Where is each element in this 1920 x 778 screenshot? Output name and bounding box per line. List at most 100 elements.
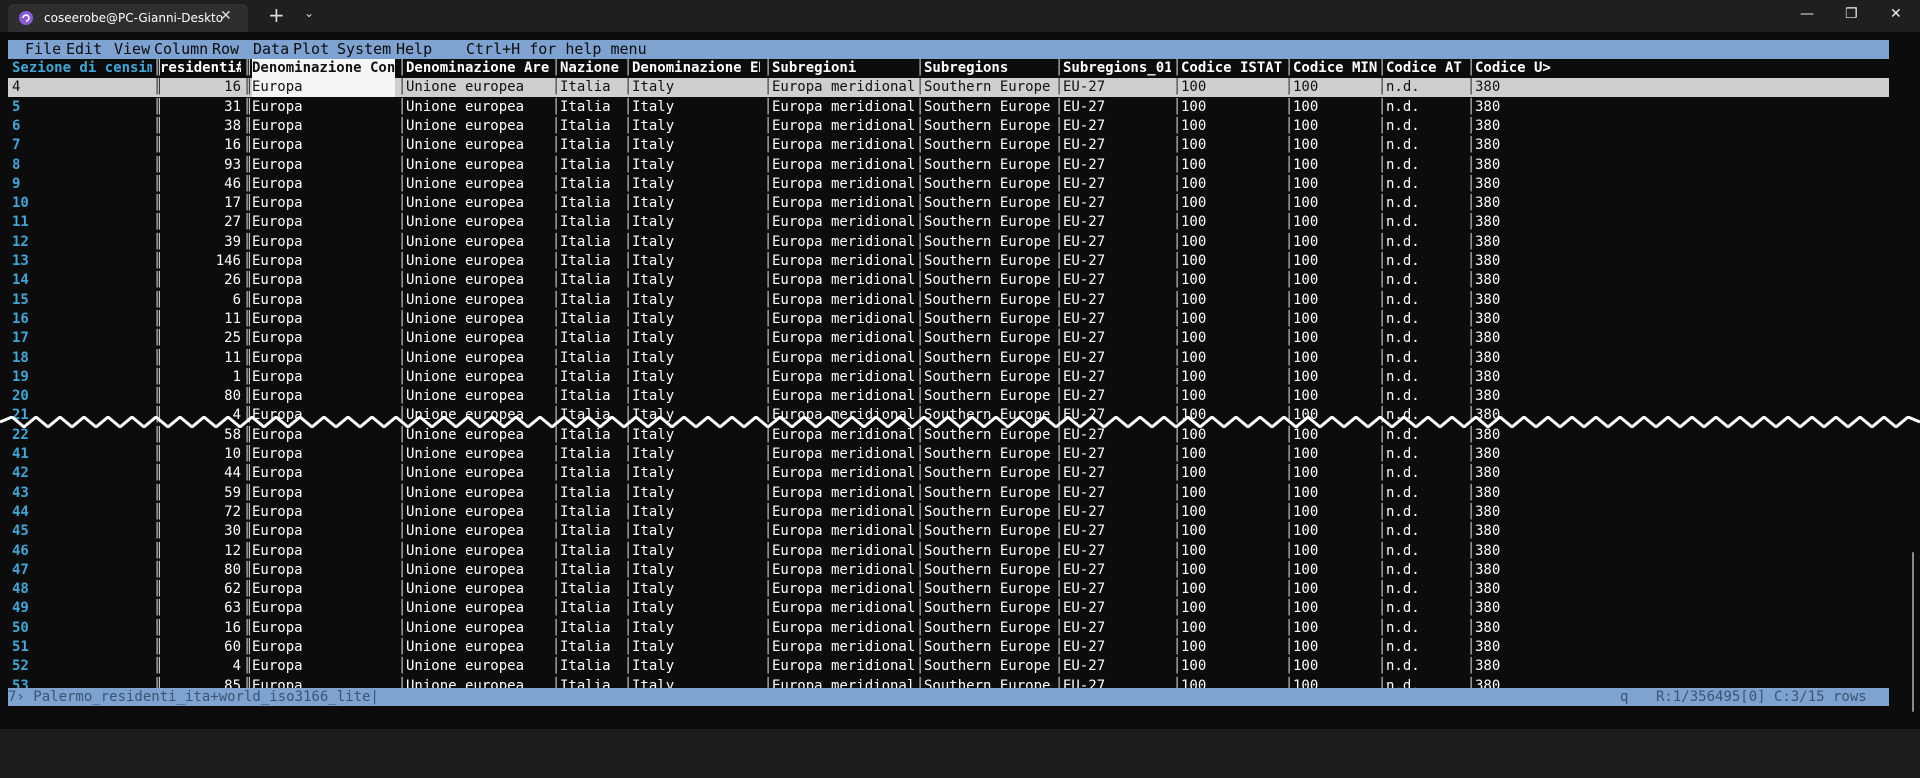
- cell-subregions-01[interactable]: EU-27: [1063, 271, 1171, 290]
- cell-area[interactable]: Unione europea: [406, 657, 549, 676]
- cell-sezione[interactable]: 18: [12, 349, 152, 368]
- cell-istat[interactable]: 100: [1181, 599, 1284, 618]
- cell-subregions-01[interactable]: EU-27: [1063, 117, 1171, 136]
- cell-area[interactable]: Unione europea: [406, 252, 549, 271]
- table-row[interactable]: 18 11 Europa Unione europea Italia Italy Europ…: [8, 349, 1889, 368]
- cell-istat[interactable]: 100: [1181, 175, 1284, 194]
- cell-min[interactable]: 100: [1293, 194, 1378, 213]
- cell-continent[interactable]: Europa: [252, 638, 395, 657]
- cell-subregions-01[interactable]: EU-27: [1063, 580, 1171, 599]
- cell-denom-en[interactable]: Italy: [632, 387, 760, 406]
- cell-area[interactable]: Unione europea: [406, 136, 549, 155]
- cell-nazione[interactable]: Italia: [560, 78, 622, 97]
- column-header[interactable]: Codice U>: [1475, 59, 1889, 78]
- cell-continent[interactable]: Europa: [252, 657, 395, 676]
- cell-area[interactable]: Unione europea: [406, 78, 549, 97]
- cell-continent[interactable]: Europa: [252, 619, 395, 638]
- cell-min[interactable]: 100: [1293, 136, 1378, 155]
- table-row[interactable]: 52 4 Europa Unione europea Italia Italy Europa…: [8, 657, 1889, 676]
- cell-nazione[interactable]: Italia: [560, 426, 622, 445]
- cell-subregions[interactable]: Southern Europe: [924, 252, 1054, 271]
- cell-sezione[interactable]: 43: [12, 484, 152, 503]
- cell-at[interactable]: n.d.: [1386, 484, 1465, 503]
- cell-subregioni[interactable]: Europa meridionale: [772, 638, 914, 657]
- cell-denom-en[interactable]: Italy: [632, 213, 760, 232]
- cell-min[interactable]: 100: [1293, 156, 1378, 175]
- column-header[interactable]: Subregions: [924, 59, 1054, 78]
- cell-denom-en[interactable]: Italy: [632, 78, 760, 97]
- cell-denom-en[interactable]: Italy: [632, 426, 760, 445]
- cell-subregions[interactable]: Southern Europe: [924, 426, 1054, 445]
- cell-subregioni[interactable]: Europa meridionale: [772, 580, 914, 599]
- cell-at[interactable]: n.d.: [1386, 98, 1465, 117]
- cell-sezione[interactable]: 42: [12, 464, 152, 483]
- table-row[interactable]: 48 62 Europa Unione europea Italia Italy Europ…: [8, 580, 1889, 599]
- cell-at[interactable]: n.d.: [1386, 657, 1465, 676]
- cell-subregions-01[interactable]: EU-27: [1063, 349, 1171, 368]
- cell-subregions-01[interactable]: EU-27: [1063, 78, 1171, 97]
- column-header[interactable]: Codice ISTAT: [1181, 59, 1284, 78]
- cell-subregions-01[interactable]: EU-27: [1063, 387, 1171, 406]
- menu-edit[interactable]: Edit: [66, 40, 102, 59]
- cell-area[interactable]: Unione europea: [406, 213, 549, 232]
- cell-subregions[interactable]: Southern Europe: [924, 484, 1054, 503]
- cell-at[interactable]: n.d.: [1386, 561, 1465, 580]
- cell-subregioni[interactable]: Europa meridionale: [772, 213, 914, 232]
- cell-subregioni[interactable]: Europa meridionale: [772, 657, 914, 676]
- cell-nazione[interactable]: Italia: [560, 136, 622, 155]
- cell-continent[interactable]: Europa: [252, 213, 395, 232]
- cell-continent[interactable]: Europa: [252, 426, 395, 445]
- cell-min[interactable]: 100: [1293, 580, 1378, 599]
- cell-min[interactable]: 100: [1293, 464, 1378, 483]
- cell-denom-en[interactable]: Italy: [632, 271, 760, 290]
- cell-subregions-01[interactable]: EU-27: [1063, 426, 1171, 445]
- cell-nazione[interactable]: Italia: [560, 464, 622, 483]
- cell-area[interactable]: Unione europea: [406, 599, 549, 618]
- cell-denom-en[interactable]: Italy: [632, 175, 760, 194]
- cell-u[interactable]: 380: [1475, 194, 1889, 213]
- cell-area[interactable]: Unione europea: [406, 368, 549, 387]
- table-row[interactable]: 12 39 Europa Unione europea Italia Italy Europ…: [8, 233, 1889, 252]
- cell-continent[interactable]: Europa: [252, 445, 395, 464]
- cell-sezione[interactable]: 20: [12, 387, 152, 406]
- cell-istat[interactable]: 100: [1181, 619, 1284, 638]
- cell-subregions-01[interactable]: EU-27: [1063, 368, 1171, 387]
- cell-subregioni[interactable]: Europa meridionale: [772, 252, 914, 271]
- cell-subregioni[interactable]: Europa meridionale: [772, 561, 914, 580]
- cell-sezione[interactable]: 10: [12, 194, 152, 213]
- cell-continent[interactable]: Europa: [252, 580, 395, 599]
- cell-at[interactable]: n.d.: [1386, 252, 1465, 271]
- column-header[interactable]: Denominazione EN: [632, 59, 760, 78]
- cell-min[interactable]: 100: [1293, 213, 1378, 232]
- cell-sezione[interactable]: 5: [12, 98, 152, 117]
- cell-istat[interactable]: 100: [1181, 426, 1284, 445]
- cell-u[interactable]: 380: [1475, 484, 1889, 503]
- cell-at[interactable]: n.d.: [1386, 599, 1465, 618]
- cell-subregioni[interactable]: Europa meridionale: [772, 387, 914, 406]
- cell-subregions[interactable]: Southern Europe: [924, 213, 1054, 232]
- cell-at[interactable]: n.d.: [1386, 445, 1465, 464]
- cell-min[interactable]: 100: [1293, 599, 1378, 618]
- cell-at[interactable]: n.d.: [1386, 503, 1465, 522]
- cell-nazione[interactable]: Italia: [560, 580, 622, 599]
- cell-subregioni[interactable]: Europa meridionale: [772, 542, 914, 561]
- table-row[interactable]: 41 10 Europa Unione europea Italia Italy Europ…: [8, 445, 1889, 464]
- cell-continent[interactable]: Europa: [252, 252, 395, 271]
- cell-u[interactable]: 380: [1475, 78, 1889, 97]
- cell-subregioni[interactable]: Europa meridionale: [772, 98, 914, 117]
- cell-min[interactable]: 100: [1293, 349, 1378, 368]
- cell-nazione[interactable]: Italia: [560, 98, 622, 117]
- cell-area[interactable]: Unione europea: [406, 349, 549, 368]
- cell-at[interactable]: n.d.: [1386, 291, 1465, 310]
- cell-subregions-01[interactable]: EU-27: [1063, 638, 1171, 657]
- cell-min[interactable]: 100: [1293, 252, 1378, 271]
- cell-min[interactable]: 100: [1293, 329, 1378, 348]
- cell-denom-en[interactable]: Italy: [632, 619, 760, 638]
- cell-istat[interactable]: 100: [1181, 213, 1284, 232]
- cell-u[interactable]: 380: [1475, 445, 1889, 464]
- cell-subregioni[interactable]: Europa meridionale: [772, 271, 914, 290]
- cell-area[interactable]: Unione europea: [406, 580, 549, 599]
- cell-min[interactable]: 100: [1293, 561, 1378, 580]
- cell-min[interactable]: 100: [1293, 310, 1378, 329]
- cell-subregions[interactable]: Southern Europe: [924, 464, 1054, 483]
